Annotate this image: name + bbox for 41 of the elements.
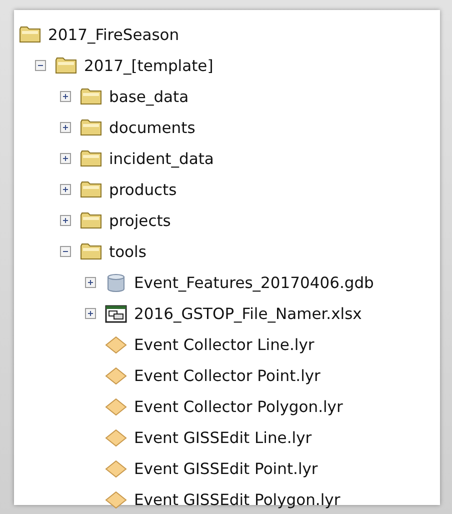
tree-item[interactable]: 2016_GSTOP_File_Namer.xlsx <box>134 304 362 322</box>
folder-icon <box>19 26 41 43</box>
tree-item[interactable]: Event Collector Line.lyr <box>134 336 314 354</box>
folder-icon <box>80 88 102 105</box>
tree-item[interactable]: Event GISSEdit Line.lyr <box>134 428 312 446</box>
diamond-icon <box>105 428 127 446</box>
table-file-icon <box>105 304 127 322</box>
diamond-icon <box>105 460 127 478</box>
tree-item[interactable]: products <box>109 180 177 198</box>
folder-icon <box>80 119 102 136</box>
diamond-icon <box>105 336 127 354</box>
expand-icon[interactable] <box>60 184 71 195</box>
tree-item[interactable]: base_data <box>109 88 189 106</box>
diamond-icon <box>105 398 127 416</box>
tree-item[interactable]: incident_data <box>109 150 214 168</box>
folder-icon <box>80 150 102 167</box>
folder-icon <box>80 181 102 198</box>
tree-item[interactable]: Event GISSEdit Point.lyr <box>134 460 318 478</box>
folder-icon <box>80 243 102 260</box>
folder-icon <box>80 212 102 229</box>
tree-item[interactable]: Event Collector Polygon.lyr <box>134 398 343 416</box>
tree-item[interactable]: documents <box>109 118 196 136</box>
tree-item[interactable]: Event Collector Point.lyr <box>134 366 320 384</box>
collapse-icon[interactable] <box>60 246 71 257</box>
expand-icon[interactable] <box>60 153 71 164</box>
tree-item[interactable]: tools <box>109 242 146 260</box>
tree-item[interactable]: 2017_FireSeason <box>48 26 180 44</box>
expand-icon[interactable] <box>85 277 96 288</box>
expand-icon[interactable] <box>85 308 96 319</box>
expand-icon[interactable] <box>60 91 71 102</box>
expand-icon[interactable] <box>60 215 71 226</box>
tree-item[interactable]: Event GISSEdit Polygon.lyr <box>134 490 340 508</box>
tree-item[interactable]: projects <box>109 212 171 230</box>
collapse-icon[interactable] <box>35 60 46 71</box>
diamond-icon <box>105 490 127 508</box>
tree-item[interactable]: Event_Features_20170406.gdb <box>134 274 374 292</box>
tree-item[interactable]: 2017_[template] <box>84 56 214 74</box>
database-icon <box>105 274 127 292</box>
diamond-icon <box>105 366 127 384</box>
folder-icon <box>55 57 77 74</box>
expand-icon[interactable] <box>60 122 71 133</box>
